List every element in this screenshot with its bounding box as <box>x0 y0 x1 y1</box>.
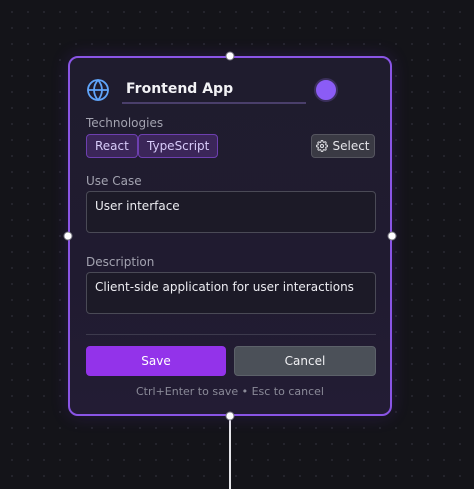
connection-handle-left[interactable] <box>63 231 73 241</box>
color-picker-button[interactable] <box>314 78 338 102</box>
globe-icon <box>87 79 109 101</box>
connection-handle-top[interactable] <box>225 51 235 61</box>
edge-connector <box>229 416 231 489</box>
gear-icon <box>316 140 329 152</box>
save-button[interactable]: Save <box>86 346 226 376</box>
node-editor-card: Technologies React TypeScript Select Use… <box>68 56 392 416</box>
cancel-button[interactable]: Cancel <box>234 346 376 376</box>
tech-tag-react[interactable]: React <box>86 134 138 158</box>
select-button-label: Select <box>332 139 370 153</box>
select-technologies-button[interactable]: Select <box>311 134 375 158</box>
node-title-input[interactable] <box>122 76 306 104</box>
node-header <box>86 76 376 106</box>
use-case-label: Use Case <box>86 174 142 188</box>
connection-handle-bottom[interactable] <box>225 411 235 421</box>
divider <box>86 334 376 335</box>
connection-handle-right[interactable] <box>387 231 397 241</box>
tech-tag-typescript[interactable]: TypeScript <box>138 134 219 158</box>
keyboard-hint: Ctrl+Enter to save • Esc to cancel <box>136 385 324 398</box>
technologies-label: Technologies <box>86 116 164 130</box>
description-label: Description <box>86 255 155 269</box>
description-field[interactable]: Client-side application for user interac… <box>86 272 376 314</box>
use-case-field[interactable]: User interface <box>86 191 376 233</box>
